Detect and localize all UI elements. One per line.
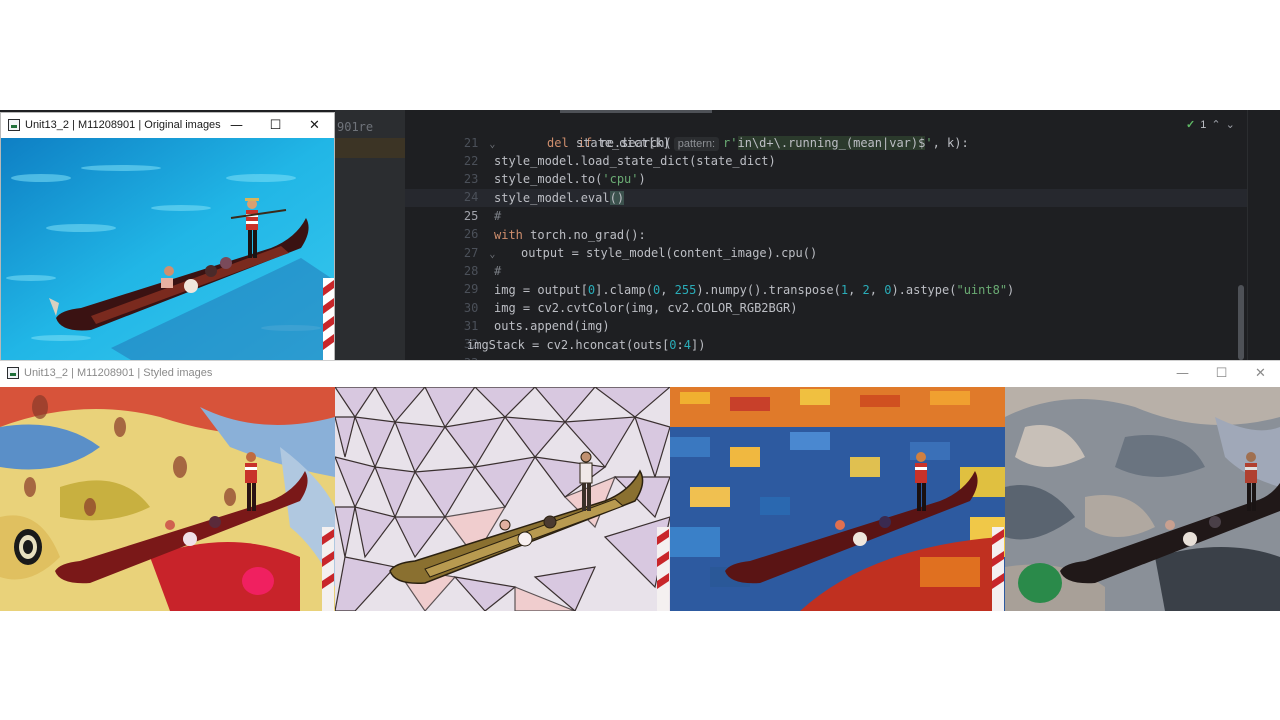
checkmark-icon: ✓ [1186, 119, 1196, 131]
code-line[interactable]: 22 del state_dict[k] [405, 134, 1245, 168]
code-line[interactable]: 24 style_model.to('cpu') [405, 170, 1245, 204]
code-line[interactable]: 32 outs.append(img) [405, 317, 1245, 351]
chevron-up-icon[interactable]: ⌃ [1211, 118, 1220, 131]
maximize-button[interactable]: ☐ [1202, 361, 1241, 385]
matched-paren: () [609, 191, 625, 205]
horizontal-scroll-thumb[interactable] [560, 110, 712, 113]
code-line[interactable]: 28 output = style_model(content_image).c… [405, 244, 1245, 278]
code-text: , [660, 283, 675, 297]
window-title-bar[interactable]: Unit13_2 | M11208901 | Styled images — ☐… [0, 361, 1280, 385]
code-text: , [869, 283, 885, 297]
code-text: ).astype( [891, 283, 957, 297]
code-string: 'cpu' [602, 172, 639, 186]
code-text: ).numpy().transpose( [696, 283, 841, 297]
original-gondola-image [1, 138, 334, 360]
screen: 901re 21 ⌄ if re.search(pattern: r'in\d+\.… [0, 0, 1280, 720]
code-text: ) [638, 172, 646, 186]
code-number: 4 [683, 338, 691, 352]
minimize-button[interactable]: — [1163, 361, 1202, 385]
code-text: img = cv2.cvtColor(img, cv2.COLOR_RGB2BG… [494, 301, 798, 315]
styled-image-panel-2 [335, 387, 670, 611]
code-line-active[interactable]: 25 style_model.eval() [405, 189, 1245, 223]
right-tool-strip [1247, 110, 1280, 360]
selected-file-highlight [335, 138, 405, 158]
styled-image-panel-4 [1005, 387, 1280, 611]
code-text: style_model.load_state_dict(state_dict) [494, 154, 776, 168]
styled-images-window[interactable]: Unit13_2 | M11208901 | Styled images — ☐… [0, 360, 1280, 611]
code-text: : [676, 338, 684, 352]
chevron-down-icon[interactable]: ⌄ [1226, 118, 1235, 131]
minimize-button[interactable]: — [217, 113, 256, 137]
code-text: ) [1007, 283, 1015, 297]
code-text: del state_dict[k] [547, 136, 670, 150]
app-icon [7, 367, 19, 379]
window-title: Unit13_2 | M11208901 | Original images [25, 119, 221, 131]
window-title: Unit13_2 | M11208901 | Styled images [24, 367, 213, 379]
code-text: torch.no_grad(): [522, 228, 646, 242]
code-number: 0 [669, 338, 677, 352]
code-comment: # [494, 264, 502, 278]
code-text: outs.append(img) [494, 319, 610, 333]
code-text: , [848, 283, 863, 297]
code-number: 2 [862, 283, 870, 297]
code-text: style_model.to( [494, 172, 603, 186]
code-text: output = style_model(content_image).cpu(… [521, 246, 818, 260]
styled-panels [0, 387, 1280, 611]
code-text: img = output[ [494, 283, 588, 297]
maximize-button[interactable]: ☐ [256, 113, 295, 137]
code-string: "uint8" [956, 283, 1008, 297]
code-line[interactable]: 21 ⌄ if re.search(pattern: r'in\d+\.runnin… [405, 116, 1245, 151]
vertical-scroll-thumb[interactable] [1238, 285, 1244, 360]
original-images-window[interactable]: Unit13_2 | M11208901 | Original images —… [0, 112, 335, 361]
code-line[interactable]: 29 # [405, 262, 1245, 296]
code-line[interactable]: 26 # [405, 207, 1245, 241]
code-line[interactable]: 30 img = output[0].clamp(0, 255).numpy()… [405, 281, 1245, 315]
code-text: ]) [691, 338, 706, 352]
code-text: ].clamp( [595, 283, 653, 297]
code-text: style_model.eval [494, 191, 610, 205]
code-line[interactable]: 23 style_model.load_state_dict(state_dic… [405, 152, 1245, 186]
close-button[interactable]: ✕ [295, 113, 334, 137]
file-name-fragment[interactable]: 901re [337, 120, 373, 134]
code-text: imgStack = cv2.hconcat(outs[ [467, 338, 670, 352]
code-number: 255 [674, 283, 697, 297]
styled-image-panel-3 [670, 387, 1005, 611]
code-number: 1 [840, 283, 849, 297]
code-keyword: with [494, 228, 523, 242]
window-title-bar[interactable]: Unit13_2 | M11208901 | Original images —… [1, 113, 334, 137]
code-line[interactable]: 27 ⌄ with torch.no_grad(): [405, 226, 1245, 260]
code-comment: # [494, 209, 502, 223]
inspection-widget[interactable]: ✓ 1 ⌃ ⌄ [1186, 118, 1235, 132]
styled-image-panel-1 [0, 387, 335, 611]
app-icon [8, 119, 20, 131]
project-file-column: 901re [335, 110, 405, 360]
inspection-count: 1 [1200, 118, 1207, 131]
code-line[interactable]: 33 imgStack = cv2.hconcat(outs[0:4]) [405, 336, 1245, 360]
close-button[interactable]: ✕ [1241, 361, 1280, 385]
code-line[interactable]: 31 img = cv2.cvtColor(img, cv2.COLOR_RGB… [405, 299, 1245, 333]
